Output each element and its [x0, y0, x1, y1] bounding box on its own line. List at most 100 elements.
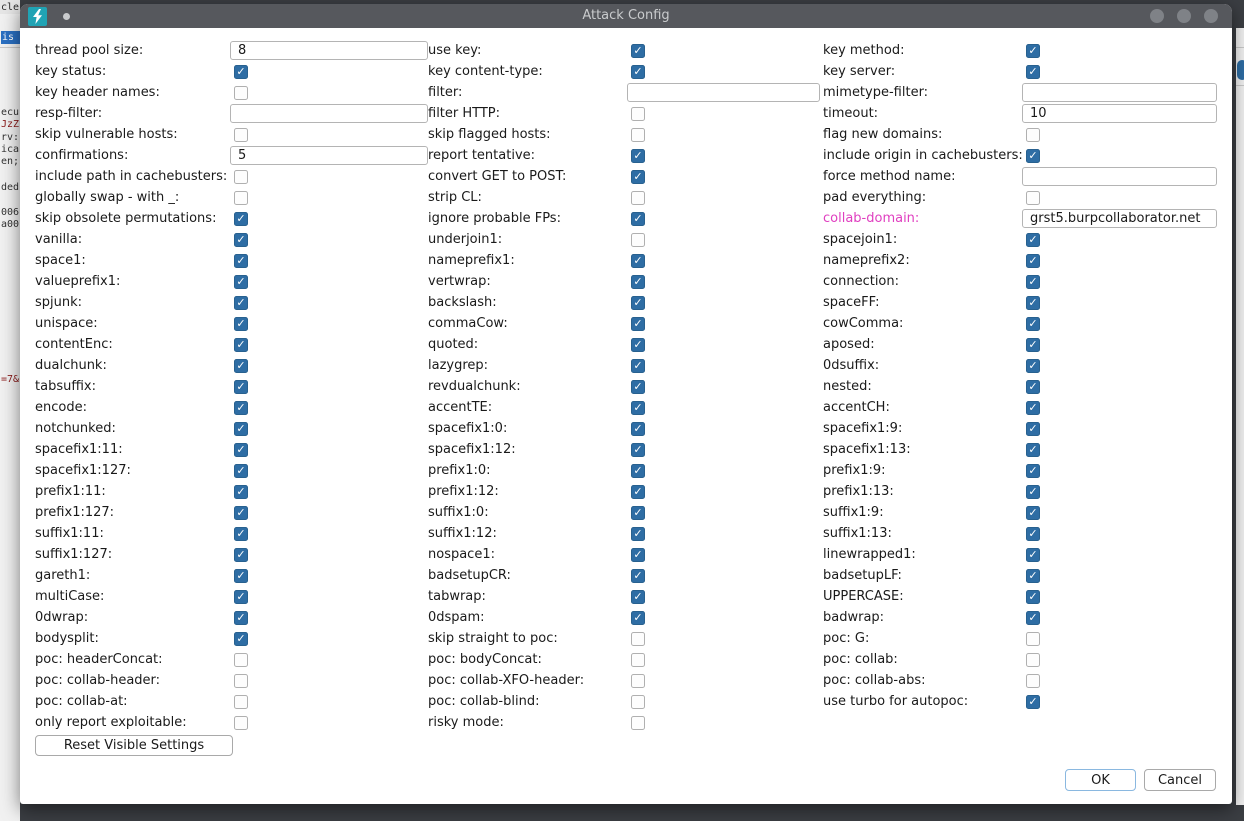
setting-checkbox[interactable] [631, 443, 645, 457]
setting-checkbox[interactable] [234, 296, 248, 310]
setting-checkbox[interactable] [1026, 233, 1040, 247]
setting-checkbox[interactable] [234, 380, 248, 394]
setting-checkbox[interactable] [1026, 590, 1040, 604]
setting-checkbox[interactable] [1026, 695, 1040, 709]
setting-checkbox[interactable] [234, 422, 248, 436]
setting-checkbox[interactable] [631, 674, 645, 688]
ok-button[interactable]: OK [1065, 769, 1136, 791]
setting-checkbox[interactable] [631, 611, 645, 625]
setting-checkbox[interactable] [631, 191, 645, 205]
reset-visible-settings-button[interactable]: Reset Visible Settings [35, 735, 233, 756]
setting-input[interactable] [230, 41, 428, 60]
setting-checkbox[interactable] [1026, 569, 1040, 583]
setting-input[interactable] [230, 146, 428, 165]
setting-checkbox[interactable] [631, 275, 645, 289]
setting-checkbox[interactable] [234, 695, 248, 709]
setting-checkbox[interactable] [631, 380, 645, 394]
setting-checkbox[interactable] [234, 254, 248, 268]
setting-checkbox[interactable] [631, 107, 645, 121]
setting-checkbox[interactable] [234, 548, 248, 562]
setting-checkbox[interactable] [631, 548, 645, 562]
setting-checkbox[interactable] [234, 611, 248, 625]
setting-checkbox[interactable] [631, 422, 645, 436]
setting-checkbox[interactable] [234, 464, 248, 478]
setting-checkbox[interactable] [1026, 380, 1040, 394]
setting-input[interactable] [230, 104, 428, 123]
setting-checkbox[interactable] [234, 212, 248, 226]
setting-checkbox[interactable] [234, 506, 248, 520]
setting-checkbox[interactable] [631, 359, 645, 373]
setting-checkbox[interactable] [234, 674, 248, 688]
setting-input[interactable] [1022, 83, 1217, 102]
setting-checkbox[interactable] [234, 569, 248, 583]
setting-checkbox[interactable] [631, 401, 645, 415]
setting-checkbox[interactable] [1026, 527, 1040, 541]
setting-checkbox[interactable] [631, 527, 645, 541]
setting-checkbox[interactable] [1026, 674, 1040, 688]
setting-checkbox[interactable] [234, 401, 248, 415]
setting-checkbox[interactable] [234, 443, 248, 457]
setting-checkbox[interactable] [1026, 548, 1040, 562]
setting-checkbox[interactable] [234, 485, 248, 499]
setting-checkbox[interactable] [1026, 254, 1040, 268]
setting-checkbox[interactable] [631, 212, 645, 226]
setting-checkbox[interactable] [631, 44, 645, 58]
setting-input[interactable] [627, 83, 820, 102]
setting-input[interactable] [1022, 209, 1217, 228]
setting-checkbox[interactable] [1026, 65, 1040, 79]
setting-checkbox[interactable] [631, 590, 645, 604]
window-minimize-button[interactable] [1150, 9, 1164, 23]
setting-checkbox[interactable] [631, 317, 645, 331]
setting-checkbox[interactable] [234, 170, 248, 184]
cancel-button[interactable]: Cancel [1144, 769, 1216, 791]
setting-checkbox[interactable] [234, 653, 248, 667]
setting-checkbox[interactable] [234, 359, 248, 373]
window-close-button[interactable] [1204, 9, 1218, 23]
setting-checkbox[interactable] [1026, 359, 1040, 373]
setting-checkbox[interactable] [631, 464, 645, 478]
setting-checkbox[interactable] [631, 254, 645, 268]
setting-checkbox[interactable] [234, 233, 248, 247]
setting-checkbox[interactable] [631, 296, 645, 310]
setting-checkbox[interactable] [631, 506, 645, 520]
setting-checkbox[interactable] [234, 716, 248, 730]
setting-checkbox[interactable] [1026, 443, 1040, 457]
setting-checkbox[interactable] [631, 569, 645, 583]
setting-checkbox[interactable] [631, 149, 645, 163]
setting-checkbox[interactable] [631, 485, 645, 499]
setting-checkbox[interactable] [631, 695, 645, 709]
setting-checkbox[interactable] [631, 632, 645, 646]
setting-checkbox[interactable] [1026, 191, 1040, 205]
setting-checkbox[interactable] [631, 233, 645, 247]
setting-checkbox[interactable] [234, 527, 248, 541]
setting-checkbox[interactable] [1026, 632, 1040, 646]
setting-input[interactable] [1022, 104, 1217, 123]
setting-checkbox[interactable] [631, 338, 645, 352]
setting-checkbox[interactable] [234, 191, 248, 205]
window-maximize-button[interactable] [1177, 9, 1191, 23]
setting-checkbox[interactable] [234, 338, 248, 352]
setting-checkbox[interactable] [1026, 275, 1040, 289]
setting-checkbox[interactable] [1026, 506, 1040, 520]
setting-checkbox[interactable] [234, 65, 248, 79]
setting-checkbox[interactable] [234, 86, 248, 100]
setting-input[interactable] [1022, 167, 1217, 186]
setting-checkbox[interactable] [1026, 44, 1040, 58]
setting-checkbox[interactable] [631, 716, 645, 730]
setting-checkbox[interactable] [1026, 128, 1040, 142]
setting-checkbox[interactable] [631, 128, 645, 142]
setting-checkbox[interactable] [234, 632, 248, 646]
setting-checkbox[interactable] [1026, 485, 1040, 499]
setting-checkbox[interactable] [1026, 401, 1040, 415]
setting-checkbox[interactable] [1026, 422, 1040, 436]
setting-checkbox[interactable] [1026, 149, 1040, 163]
setting-checkbox[interactable] [234, 317, 248, 331]
setting-checkbox[interactable] [1026, 338, 1040, 352]
setting-checkbox[interactable] [631, 170, 645, 184]
setting-checkbox[interactable] [1026, 296, 1040, 310]
setting-checkbox[interactable] [234, 590, 248, 604]
titlebar[interactable]: Attack Config [20, 4, 1232, 28]
setting-checkbox[interactable] [631, 653, 645, 667]
setting-checkbox[interactable] [234, 275, 248, 289]
setting-checkbox[interactable] [1026, 611, 1040, 625]
